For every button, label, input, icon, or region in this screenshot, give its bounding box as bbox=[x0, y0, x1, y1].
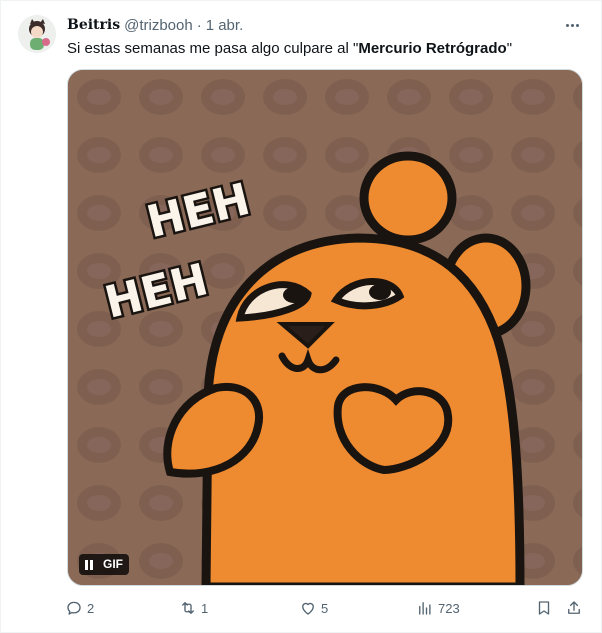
bookmark-icon bbox=[538, 601, 550, 615]
pause-icon[interactable] bbox=[79, 554, 99, 575]
bookmark-button[interactable] bbox=[535, 597, 553, 619]
retweet-count: 1 bbox=[201, 600, 209, 616]
tweet-header: Beitris @trizbooh · 1 abr. bbox=[67, 15, 243, 35]
tweet-timestamp[interactable]: 1 abr. bbox=[206, 17, 244, 34]
gif-badge[interactable]: GIF bbox=[79, 554, 129, 575]
retweet-icon bbox=[182, 602, 194, 614]
tweet-text-bold: Mercurio Retrógrado bbox=[358, 40, 507, 57]
reply-button[interactable]: 2 bbox=[65, 597, 94, 619]
tweet-text-prefix: Si estas semanas me pasa algo culpare al… bbox=[67, 40, 359, 57]
gif-label: GIF bbox=[99, 554, 129, 575]
views-icon bbox=[419, 602, 431, 615]
views-count: 723 bbox=[438, 600, 460, 616]
user-handle[interactable]: @trizbooh bbox=[124, 17, 193, 34]
like-count: 5 bbox=[321, 600, 329, 616]
like-icon bbox=[302, 602, 314, 615]
share-icon bbox=[568, 601, 580, 614]
tweet-text-suffix: " bbox=[506, 40, 513, 57]
display-name[interactable]: Beitris bbox=[67, 17, 120, 33]
tweet-text: Si estas semanas me pasa algo culpare al… bbox=[67, 39, 512, 59]
like-button[interactable]: 5 bbox=[299, 597, 328, 619]
reply-count: 2 bbox=[87, 600, 95, 616]
avatar[interactable] bbox=[18, 15, 56, 53]
more-icon[interactable] bbox=[561, 15, 583, 35]
share-button[interactable] bbox=[565, 597, 583, 619]
tweet-card[interactable]: Beitris @trizbooh · 1 abr. Si estas sema… bbox=[0, 0, 602, 633]
separator-dot: · bbox=[196, 16, 202, 34]
views-button[interactable]: 723 bbox=[416, 597, 460, 619]
tweet-actions: 2 1 5 723 bbox=[65, 597, 587, 619]
gif-frame: HEH HEH bbox=[68, 70, 582, 585]
gif-media[interactable]: HEH HEH bbox=[67, 69, 583, 586]
reply-icon bbox=[67, 601, 81, 615]
retweet-button[interactable]: 1 bbox=[179, 597, 208, 619]
